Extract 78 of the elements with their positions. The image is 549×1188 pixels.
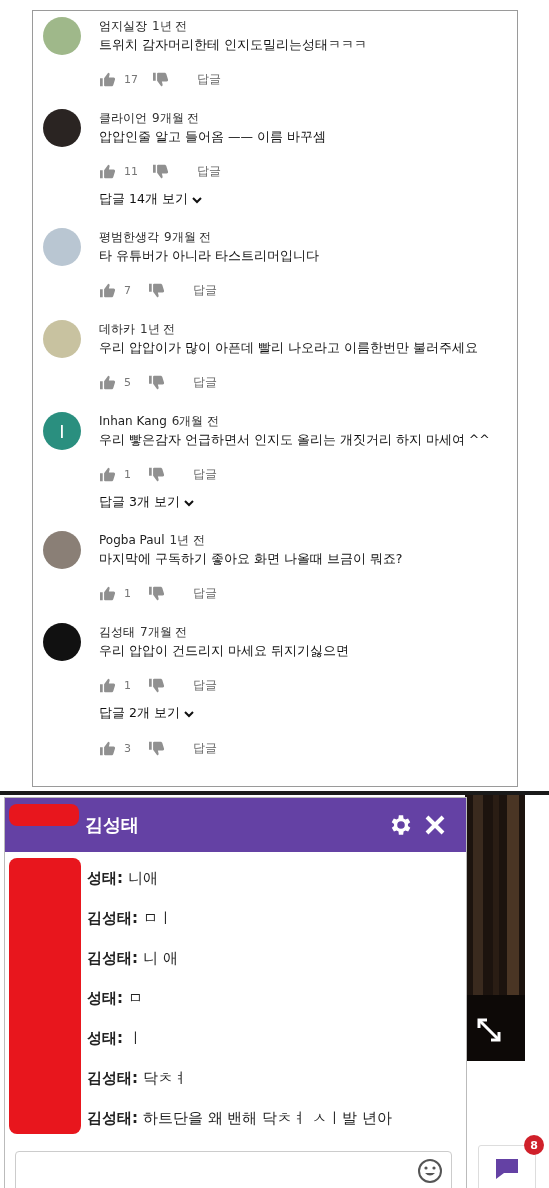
thumbs-down-icon[interactable] bbox=[148, 282, 165, 298]
thumbs-up-icon[interactable] bbox=[99, 163, 116, 179]
chat-message: 성태: ㅣ bbox=[87, 1028, 144, 1049]
chat-message: 김성태: 하트단을 왜 밴해 닥ㅊㅕ ㅅㅣ발 년아 bbox=[87, 1108, 393, 1129]
like-count: 7 bbox=[124, 283, 132, 297]
reply-button[interactable]: 답글 bbox=[193, 281, 217, 299]
thumbs-up-icon[interactable] bbox=[99, 466, 116, 482]
view-replies-link[interactable]: 답글 3개 보기 bbox=[99, 494, 490, 511]
comment-author[interactable]: 데하카 bbox=[99, 320, 135, 338]
chat-message: 성태: 니애 bbox=[87, 868, 159, 889]
comment-text: 우리 압압이 건드리지 마세요 뒤지기싫으면 bbox=[99, 642, 349, 660]
reply-button[interactable]: 답글 bbox=[197, 162, 221, 180]
comment-text: 마지막에 구독하기 좋아요 화면 나올때 브금이 뭐죠? bbox=[99, 550, 403, 568]
avatar-letter: I bbox=[59, 420, 65, 442]
emoji-icon[interactable] bbox=[417, 1158, 443, 1184]
speech-bubble-icon bbox=[494, 1156, 520, 1181]
comment-time: 9개월 전 bbox=[164, 229, 212, 246]
user-avatar[interactable] bbox=[43, 109, 81, 147]
comment-author[interactable]: Pogba Paul bbox=[99, 531, 165, 549]
comment-time: 1년 전 bbox=[140, 321, 176, 338]
chat-message: 김성태: 니 애 bbox=[87, 948, 179, 969]
chat-message: 김성태: 닥ㅊㅕ bbox=[87, 1068, 189, 1089]
message-input[interactable] bbox=[15, 1151, 452, 1188]
thumbs-down-icon[interactable] bbox=[148, 585, 165, 601]
thumbs-down-icon[interactable] bbox=[148, 466, 165, 482]
comment-text: 압압인줄 알고 들어옴 —— 이름 바꾸셈 bbox=[99, 128, 326, 146]
notification-badge: 8 bbox=[524, 1135, 544, 1155]
thumbs-up-icon[interactable] bbox=[99, 740, 116, 756]
thumbs-down-icon[interactable] bbox=[148, 740, 165, 756]
expand-icon[interactable] bbox=[476, 1017, 502, 1043]
like-count: 17 bbox=[124, 72, 138, 86]
comment-text: 트위치 감자머리한테 인지도밀리는성태ㅋㅋㅋ bbox=[99, 36, 367, 54]
like-count: 3 bbox=[124, 741, 132, 755]
chat-message: 성태: ㅁ bbox=[87, 988, 144, 1009]
close-icon[interactable] bbox=[424, 814, 446, 836]
thumbs-down-icon[interactable] bbox=[148, 374, 165, 390]
comment-time: 1년 전 bbox=[169, 532, 205, 549]
reply-button[interactable]: 답글 bbox=[197, 70, 221, 88]
comment-time: 6개월 전 bbox=[171, 413, 220, 430]
chevron-down-icon bbox=[183, 498, 194, 507]
comment-author[interactable]: 김성태 bbox=[99, 623, 135, 641]
thumbs-up-icon[interactable] bbox=[99, 282, 116, 298]
view-replies-link[interactable]: 답글 14개 보기 bbox=[99, 191, 326, 208]
comment-text: 우리 압압이가 많이 아픈데 빨리 나오라고 이름한번만 불러주세요 bbox=[99, 339, 478, 357]
thumbs-up-icon[interactable] bbox=[99, 585, 116, 601]
like-count: 5 bbox=[124, 375, 132, 389]
like-count: 11 bbox=[124, 164, 138, 178]
comment-text: 우리 빻은감자 언급하면서 인지도 올리는 개짓거리 하지 마세여 ^^ bbox=[99, 431, 490, 449]
like-count: 1 bbox=[124, 467, 132, 481]
reply-button[interactable]: 답글 bbox=[193, 739, 217, 757]
view-replies-link[interactable]: 답글 2개 보기 bbox=[99, 705, 349, 722]
thumbs-up-icon[interactable] bbox=[99, 677, 116, 693]
user-avatar[interactable] bbox=[43, 623, 81, 661]
comment-author[interactable]: 평범한생각 bbox=[99, 228, 159, 246]
comment-time: 9개월 전 bbox=[152, 110, 200, 127]
reply-button[interactable]: 답글 bbox=[193, 465, 217, 483]
chevron-down-icon bbox=[183, 709, 194, 718]
reply-button[interactable]: 답글 bbox=[193, 676, 217, 694]
thumbs-up-icon[interactable] bbox=[99, 71, 116, 87]
reply-button[interactable]: 답글 bbox=[193, 373, 217, 391]
comment-time: 1년 전 bbox=[152, 18, 188, 35]
thumbs-up-icon[interactable] bbox=[99, 374, 116, 390]
chevron-down-icon bbox=[191, 195, 202, 204]
chat-message: 김성태: ㅁㅣ bbox=[87, 908, 174, 929]
comment-author[interactable]: 엄지실장 bbox=[99, 17, 147, 35]
whisper-title: 김성태 bbox=[85, 813, 140, 837]
comment-text: 타 유튜버가 아니라 타스트리머입니다 bbox=[99, 247, 319, 265]
comment-time: 7개월 전 bbox=[140, 624, 188, 641]
thumbs-down-icon[interactable] bbox=[152, 163, 169, 179]
thumbs-down-icon[interactable] bbox=[152, 71, 169, 87]
user-avatar[interactable]: I bbox=[43, 412, 81, 450]
comment-author[interactable]: 클라이언 bbox=[99, 109, 147, 127]
comment-author[interactable]: Inhan Kang bbox=[99, 412, 167, 430]
like-count: 1 bbox=[124, 678, 132, 692]
like-count: 1 bbox=[124, 586, 132, 600]
redaction-mark bbox=[9, 804, 79, 826]
thumbs-down-icon[interactable] bbox=[148, 677, 165, 693]
reply-button[interactable]: 답글 bbox=[193, 584, 217, 602]
